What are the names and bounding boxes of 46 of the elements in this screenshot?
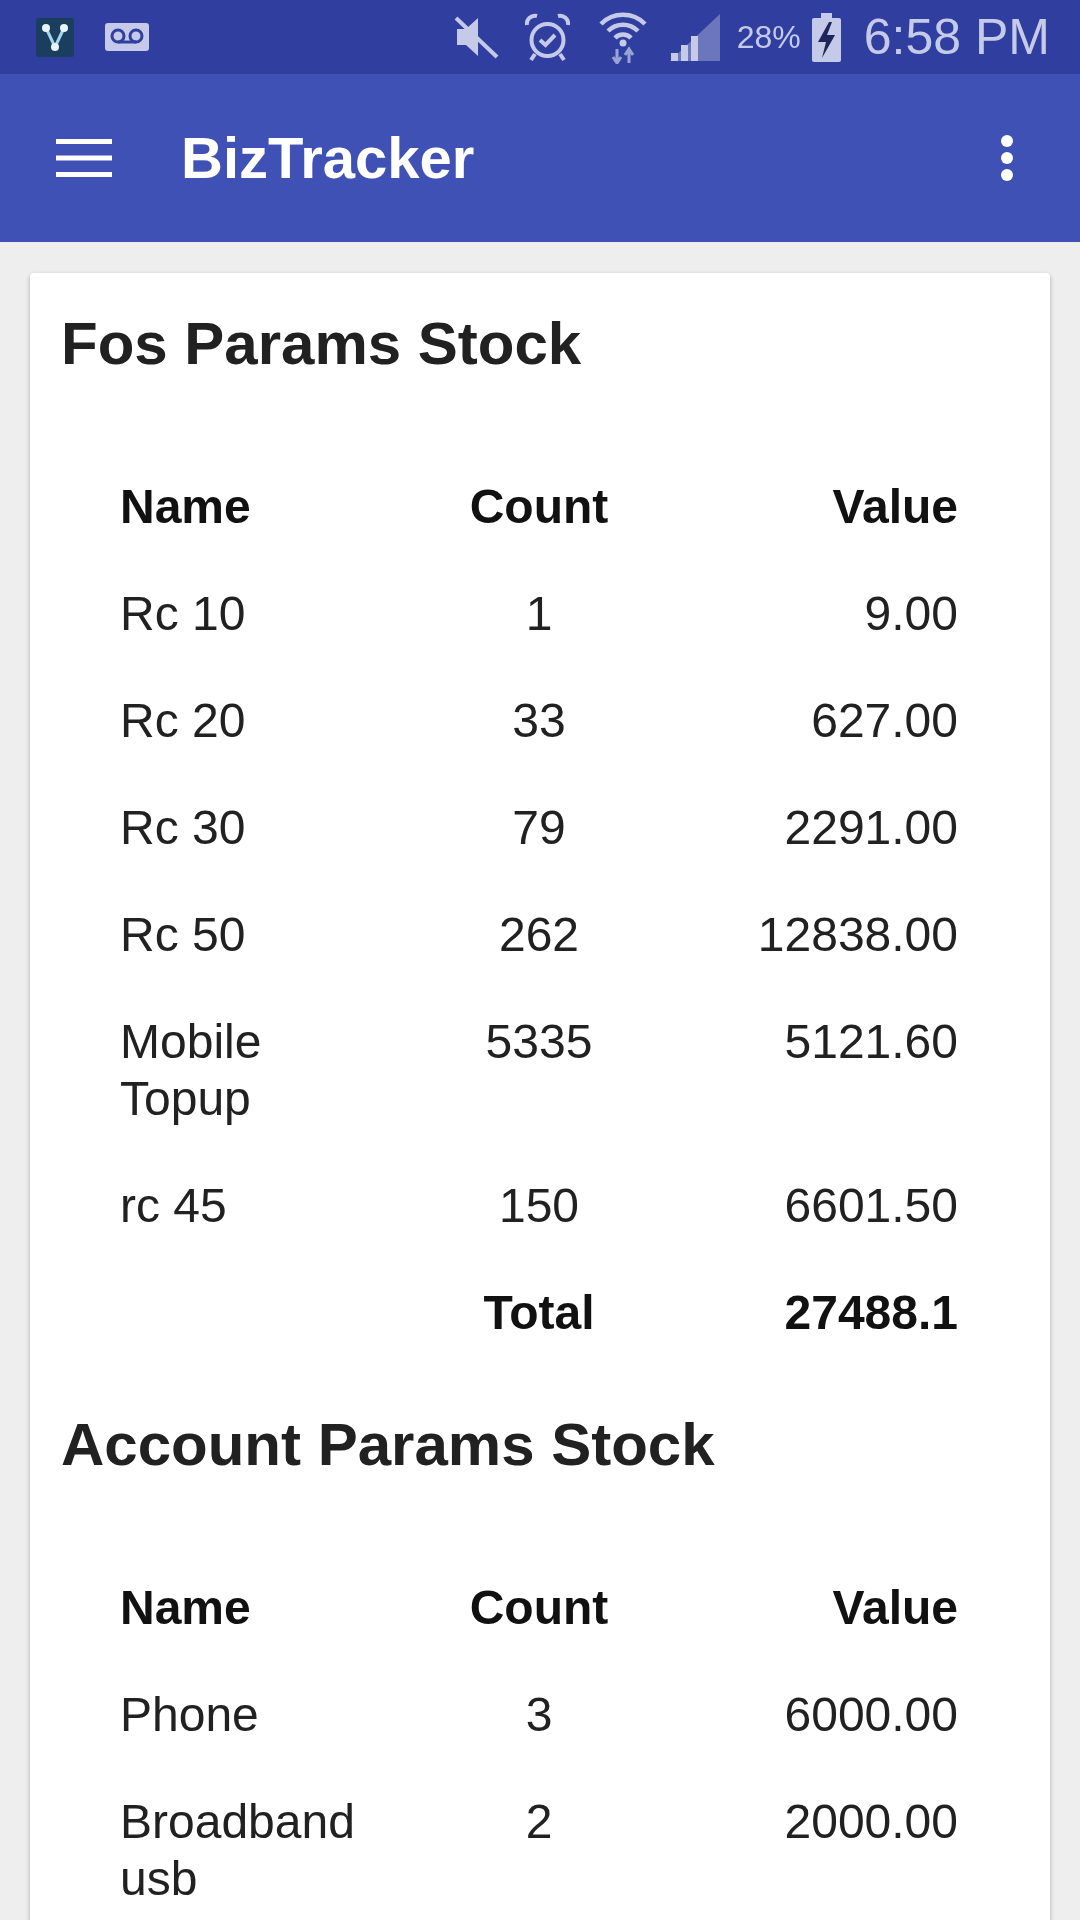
item-value: 9.00 [864, 587, 958, 640]
network-nodes-icon [36, 17, 74, 57]
item-value: 12838.00 [757, 908, 958, 961]
total-label: Total [483, 1286, 595, 1339]
column-header: Count [469, 1581, 609, 1634]
column-header: Name [120, 480, 251, 533]
column-header: Value [832, 480, 958, 533]
section-title: Fos Params Stock [61, 309, 582, 379]
item-value: 6601.50 [784, 1179, 958, 1232]
item-value: 627.00 [811, 694, 958, 747]
item-count: 1 [525, 587, 553, 640]
item-name: Rc 10 [120, 587, 246, 640]
column-header: Count [469, 480, 609, 533]
item-name: Mobile Topup [120, 1015, 262, 1125]
overflow-menu-icon[interactable] [1000, 134, 1014, 182]
section-title: Account Params Stock [61, 1410, 715, 1480]
item-name: Rc 30 [120, 801, 246, 854]
item-value: 2291.00 [784, 801, 958, 854]
voicemail-icon [105, 23, 149, 51]
app-title: BizTracker [181, 124, 475, 192]
item-name: Phone [120, 1688, 259, 1741]
item-name: Broadband usb [120, 1795, 355, 1905]
alarm-clock-icon [524, 12, 570, 62]
column-header: Name [120, 1581, 251, 1634]
item-value: 6000.00 [784, 1688, 958, 1741]
item-count: 2 [525, 1795, 553, 1848]
battery-percentage: 28% [736, 18, 801, 57]
item-name: rc 45 [120, 1179, 227, 1232]
item-name: Rc 20 [120, 694, 246, 747]
item-count: 33 [512, 694, 566, 747]
battery-charging-icon [810, 12, 842, 62]
menu-icon[interactable] [56, 139, 112, 177]
item-value: 2000.00 [784, 1795, 958, 1848]
item-count: 262 [498, 908, 580, 961]
item-count: 150 [498, 1179, 580, 1232]
item-count: 3 [525, 1688, 553, 1741]
total-value: 27488.1 [784, 1286, 958, 1339]
item-name: Rc 50 [120, 908, 246, 961]
muted-speaker-icon [452, 15, 499, 59]
wifi-icon [597, 10, 648, 64]
item-count: 5335 [485, 1015, 593, 1068]
signal-icon [669, 13, 720, 61]
clock-time: 6:58 PM [863, 8, 1050, 66]
item-count: 79 [512, 801, 566, 854]
item-value: 5121.60 [784, 1015, 958, 1068]
column-header: Value [832, 1581, 958, 1634]
